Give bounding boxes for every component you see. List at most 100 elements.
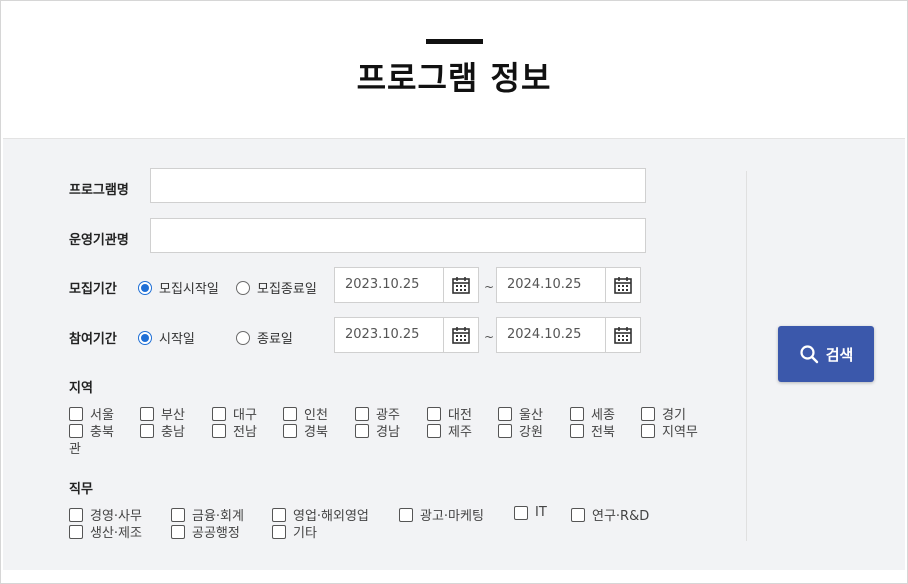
region-wrap-text: 관	[69, 442, 81, 457]
header: 프로그램 정보	[1, 1, 907, 137]
checkbox-box	[498, 423, 512, 438]
job-checkbox[interactable]: 생산·제조	[69, 522, 142, 541]
checkbox-box	[355, 423, 369, 438]
region-checkbox-label: 전북	[591, 425, 615, 440]
checkbox-box	[212, 406, 226, 421]
calendar-button[interactable]	[443, 268, 478, 302]
job-checkbox[interactable]: 공공행정	[171, 522, 240, 541]
region-checkbox[interactable]: 전남	[212, 421, 257, 440]
search-button[interactable]: 검색	[778, 326, 874, 382]
checkbox-box	[283, 423, 297, 438]
page-frame: 프로그램 정보 프로그램명 운영기관명 모집기간 모집시작일 모집종료일 202…	[0, 0, 908, 584]
checkbox-box	[355, 406, 369, 421]
checkbox-box	[212, 423, 226, 438]
checkbox-box	[570, 423, 584, 438]
region-checkbox[interactable]: 경남	[355, 421, 400, 440]
date-range-separator: ~	[484, 280, 495, 294]
region-checkbox-label: 지역무	[662, 425, 698, 440]
job-checkbox-label: 광고·마케팅	[420, 509, 484, 524]
checkbox-box	[283, 406, 297, 421]
calendar-icon	[452, 277, 470, 294]
join-period-label: 참여기간	[69, 332, 117, 347]
join-date-to[interactable]: 2024.10.25	[496, 317, 641, 353]
recruit-start-radio[interactable]: 모집시작일	[138, 278, 219, 297]
checkbox-box	[427, 406, 441, 421]
recruit-date-to-value: 2024.10.25	[507, 277, 582, 292]
join-end-radio[interactable]: 종료일	[236, 328, 293, 347]
region-checkbox-label: 강원	[519, 425, 543, 440]
region-checkbox[interactable]: 강원	[498, 421, 543, 440]
radio-unchecked	[236, 330, 250, 345]
join-start-radio[interactable]: 시작일	[138, 328, 195, 347]
date-range-separator: ~	[484, 330, 495, 344]
job-checkbox-label: 연구·R&D	[592, 509, 650, 524]
program-name-input[interactable]	[150, 168, 646, 203]
checkbox-box	[570, 406, 584, 421]
join-start-label: 시작일	[159, 332, 195, 347]
job-checkbox-label: IT	[535, 505, 547, 520]
checkbox-box	[399, 507, 413, 522]
region-label: 지역	[69, 381, 93, 396]
recruit-end-label: 모집종료일	[257, 282, 317, 297]
job-checkbox-label: 기타	[293, 526, 317, 541]
checkbox-box	[641, 406, 655, 421]
job-label: 직무	[69, 482, 93, 497]
region-checkbox[interactable]: 충북	[69, 421, 114, 440]
search-button-label: 검색	[825, 345, 854, 364]
region-checkbox[interactable]: 경북	[283, 421, 328, 440]
checkbox-box	[272, 524, 286, 539]
region-checkbox[interactable]: 지역무	[641, 421, 698, 440]
region-checkbox[interactable]: 제주	[427, 421, 472, 440]
radio-checked	[138, 280, 152, 295]
job-checkbox[interactable]: 광고·마케팅	[399, 505, 484, 524]
search-icon	[800, 345, 818, 364]
bottom-strip	[3, 570, 905, 582]
checkbox-box	[69, 524, 83, 539]
checkbox-box	[571, 507, 585, 522]
recruit-start-label: 모집시작일	[159, 282, 219, 297]
title-accent-bar	[426, 39, 483, 44]
checkbox-box	[69, 406, 83, 421]
region-checkbox-label: 경남	[376, 425, 400, 440]
region-checkbox-label: 충북	[90, 425, 114, 440]
checkbox-box	[140, 423, 154, 438]
calendar-button[interactable]	[605, 318, 640, 352]
calendar-icon	[614, 277, 632, 294]
checkbox-box	[140, 406, 154, 421]
join-date-to-value: 2024.10.25	[507, 327, 582, 342]
job-checkbox[interactable]: 기타	[272, 522, 317, 541]
checkbox-box	[69, 423, 83, 438]
checkbox-box	[272, 507, 286, 522]
radio-unchecked	[236, 280, 250, 295]
recruit-period-label: 모집기간	[69, 282, 117, 297]
region-checkbox[interactable]: 전북	[570, 421, 615, 440]
region-checkbox-label: 경북	[304, 425, 328, 440]
checkbox-box	[641, 423, 655, 438]
recruit-date-from[interactable]: 2023.10.25	[334, 267, 479, 303]
recruit-date-to[interactable]: 2024.10.25	[496, 267, 641, 303]
join-date-from[interactable]: 2023.10.25	[334, 317, 479, 353]
recruit-date-from-value: 2023.10.25	[345, 277, 420, 292]
calendar-icon	[452, 327, 470, 344]
checkbox-box	[427, 423, 441, 438]
join-date-from-value: 2023.10.25	[345, 327, 420, 342]
job-checkbox[interactable]: IT	[514, 505, 547, 520]
calendar-button[interactable]	[443, 318, 478, 352]
region-checkbox[interactable]: 충남	[140, 421, 185, 440]
calendar-icon	[614, 327, 632, 344]
job-checkbox-label: 공공행정	[192, 526, 240, 541]
checkbox-box	[171, 507, 185, 522]
checkbox-box	[498, 406, 512, 421]
checkbox-box	[171, 524, 185, 539]
checkbox-box	[514, 505, 528, 520]
join-end-label: 종료일	[257, 332, 293, 347]
recruit-end-radio[interactable]: 모집종료일	[236, 278, 317, 297]
program-name-label: 프로그램명	[69, 183, 129, 198]
region-checkbox-label: 충남	[161, 425, 185, 440]
radio-checked	[138, 330, 152, 345]
panel-divider	[746, 171, 747, 541]
job-checkbox[interactable]: 연구·R&D	[571, 505, 649, 524]
calendar-button[interactable]	[605, 268, 640, 302]
checkbox-box	[69, 507, 83, 522]
agency-input[interactable]	[150, 218, 646, 253]
